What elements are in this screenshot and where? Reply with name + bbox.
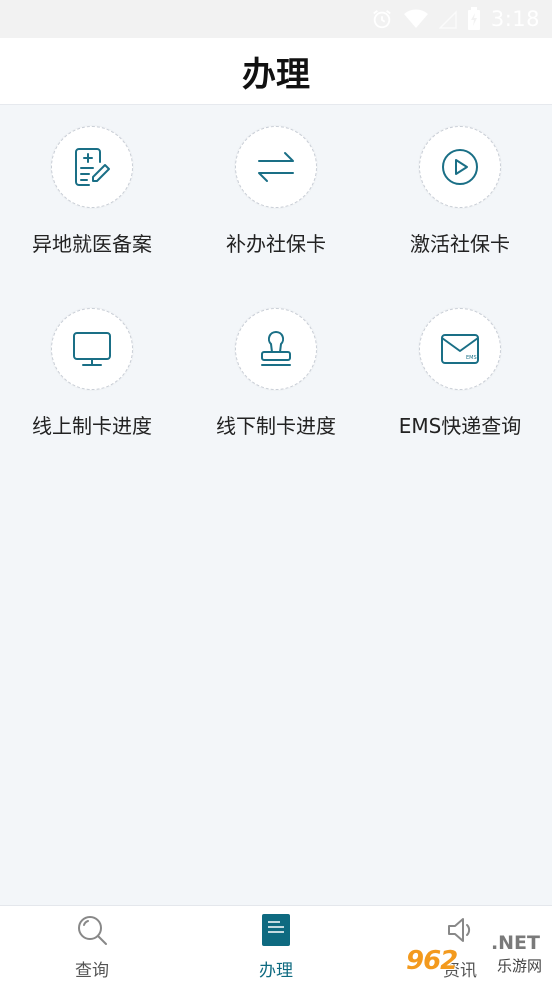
status-time: 3:18: [490, 7, 540, 31]
service-ems-query[interactable]: EMS EMS快递查询: [368, 287, 552, 469]
service-card-activate[interactable]: 激活社保卡: [368, 105, 552, 287]
medical-record-icon: [51, 126, 133, 208]
watermark-logo: 962: [406, 946, 458, 976]
service-label: 线下制卡进度: [216, 414, 336, 438]
service-medical-record[interactable]: 异地就医备案: [0, 105, 184, 287]
alarm-icon: [371, 8, 393, 30]
service-online-progress[interactable]: 线上制卡进度: [0, 287, 184, 469]
tab-label: 办理: [259, 961, 293, 981]
ems-envelope-icon: EMS: [419, 308, 501, 390]
watermark-sub: 乐游网: [496, 955, 542, 976]
service-label: 异地就医备案: [32, 232, 152, 256]
tab-handle[interactable]: 办理: [184, 906, 368, 982]
document-icon: [258, 912, 294, 948]
watermark-net: .NET: [490, 932, 540, 954]
status-icons: 3:18: [371, 6, 540, 32]
watermark: 962 .NET 乐游网: [406, 932, 544, 976]
service-label: 补办社保卡: [226, 232, 326, 256]
service-card-reissue[interactable]: 补办社保卡: [184, 105, 368, 287]
tab-label: 查询: [75, 961, 109, 981]
tab-query[interactable]: 查询: [0, 906, 184, 982]
service-offline-progress[interactable]: 线下制卡进度: [184, 287, 368, 469]
header: 办理: [0, 38, 552, 105]
search-icon: [74, 912, 110, 948]
signal-icon: [438, 9, 457, 29]
stamp-icon: [235, 308, 317, 390]
monitor-icon: [51, 308, 133, 390]
status-bar: 3:18: [0, 0, 552, 38]
swap-arrows-icon: [235, 126, 317, 208]
service-label: 线上制卡进度: [32, 414, 152, 438]
page-title: 办理: [242, 54, 310, 95]
battery-icon: [467, 7, 481, 31]
service-label: 激活社保卡: [410, 232, 510, 256]
wifi-icon: [403, 8, 429, 30]
service-label: EMS快递查询: [398, 414, 522, 438]
play-circle-icon: [419, 126, 501, 208]
svg-text:EMS: EMS: [466, 355, 477, 361]
